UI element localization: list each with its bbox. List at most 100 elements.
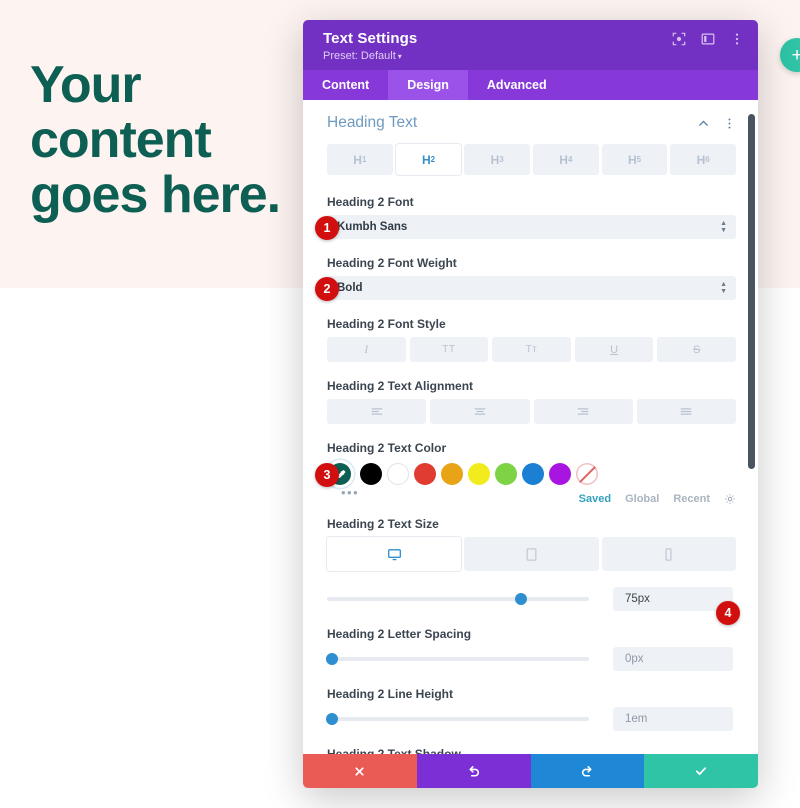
align-right-icon[interactable]: [533, 399, 633, 424]
uppercase-glyph: TT: [442, 344, 456, 355]
select-arrows-icon: ▲ ▼: [720, 281, 727, 295]
heading-font-select[interactable]: Kumbh Sans ▲ ▼: [327, 215, 736, 239]
uppercase-icon[interactable]: TT: [409, 337, 489, 362]
heading-font-field: Heading 2 Font 1 Kumbh Sans ▲ ▼: [315, 195, 736, 240]
gear-icon[interactable]: [724, 493, 736, 505]
chevron-up-icon[interactable]: [697, 117, 710, 130]
strikethrough-icon[interactable]: S: [657, 337, 736, 362]
settings-scrollbar[interactable]: [748, 114, 755, 469]
heading-font-label: Heading 2 Font: [327, 195, 414, 209]
callout-badge-1: 1: [315, 216, 339, 240]
phone-icon[interactable]: [601, 537, 736, 571]
heading-text-color-label: Heading 2 Text Color: [327, 441, 447, 455]
capitalize-icon[interactable]: Tᴛ: [492, 337, 571, 362]
tab-design[interactable]: Design: [388, 70, 468, 100]
heading-font-style-label: Heading 2 Font Style: [327, 317, 446, 331]
letter-spacing-input[interactable]: 0px: [613, 647, 733, 671]
heading-level-h2[interactable]: H2: [395, 144, 462, 175]
h1-label: H: [353, 152, 362, 167]
tab-advanced[interactable]: Advanced: [468, 70, 566, 100]
swatch-green[interactable]: [495, 463, 517, 485]
swatch-white[interactable]: [387, 463, 409, 485]
redo-button[interactable]: [530, 754, 645, 788]
slider-track: [327, 717, 589, 721]
h5-label: H: [627, 152, 637, 167]
h4-sub: 4: [567, 155, 573, 164]
heading-text-shadow-label: Heading 2 Text Shadow: [327, 747, 461, 754]
heading-text-alignment-label: Heading 2 Text Alignment: [327, 379, 474, 393]
select-arrows-icon: ▲ ▼: [720, 220, 727, 234]
text-size-input[interactable]: 75px: [613, 587, 733, 611]
modal-header-icons: [672, 32, 744, 46]
strikethrough-glyph: S: [693, 343, 701, 356]
save-button[interactable]: [644, 754, 758, 788]
color-swatch-row: [327, 461, 736, 485]
preset-selector[interactable]: Preset: Default ▾: [323, 50, 742, 62]
text-settings-modal: Text Settings Preset: Default ▾ Content …: [303, 20, 758, 788]
callout-badge-2: 2: [315, 277, 339, 301]
palette-tab-saved[interactable]: Saved: [579, 493, 611, 505]
line-height-slider[interactable]: [326, 709, 589, 729]
slider-track: [327, 657, 589, 661]
letter-spacing-value: 0px: [625, 653, 644, 665]
heading-font-weight-label: Heading 2 Font Weight: [327, 256, 457, 270]
h6-sub: 6: [705, 155, 710, 164]
preset-label: Preset: Default: [323, 50, 396, 62]
align-justify-icon[interactable]: [636, 399, 736, 424]
font-style-button-group: I TT Tᴛ U S: [327, 337, 736, 362]
heading-font-value: Kumbh Sans: [337, 221, 408, 233]
heading-font-style-field: Heading 2 Font Style I TT Tᴛ U S: [327, 317, 736, 362]
text-size-slider[interactable]: [327, 589, 589, 609]
swatch-yellow[interactable]: [468, 463, 490, 485]
heading-level-tabs: H1 H2 H3 H4 H5 H6: [327, 144, 737, 175]
swatch-blue[interactable]: [522, 463, 544, 485]
device-toggle-row: [327, 537, 736, 571]
swatch-none[interactable]: [576, 463, 598, 485]
letter-spacing-slider[interactable]: [326, 649, 589, 669]
align-center-icon[interactable]: [430, 399, 530, 424]
h2-sub: 2: [430, 155, 436, 164]
tab-content[interactable]: Content: [303, 70, 388, 100]
heading-font-weight-select[interactable]: Bold ▲ ▼: [327, 276, 736, 300]
undo-button[interactable]: [416, 754, 531, 788]
desktop-icon[interactable]: [327, 537, 462, 571]
layout-panel-icon[interactable]: [701, 32, 715, 46]
more-vertical-icon[interactable]: [730, 32, 744, 46]
line-height-input[interactable]: 1em: [613, 707, 733, 731]
align-left-icon[interactable]: [327, 399, 427, 424]
palette-tab-recent[interactable]: Recent: [673, 493, 710, 505]
modal-header: Text Settings Preset: Default ▾: [303, 20, 758, 70]
heading-level-h3[interactable]: H3: [464, 144, 531, 175]
heading-level-h5[interactable]: H5: [601, 144, 668, 175]
close-icon: [355, 766, 364, 776]
heading-line-height-field: Heading 2 Line Height 1em: [326, 687, 736, 731]
focus-icon[interactable]: [672, 32, 686, 46]
heading-text-alignment-field: Heading 2 Text Alignment: [327, 379, 736, 424]
swatch-purple[interactable]: [549, 463, 571, 485]
hero-heading[interactable]: Your content goes here.: [30, 57, 320, 223]
slider-knob[interactable]: [326, 653, 339, 665]
slider-knob[interactable]: [326, 713, 339, 725]
modal-action-bar: [303, 754, 758, 788]
heading-text-section-header[interactable]: Heading Text: [327, 114, 736, 144]
h4-label: H: [559, 152, 568, 167]
heading-level-h1[interactable]: H1: [327, 144, 393, 175]
swatch-red[interactable]: [414, 463, 436, 485]
callout-badge-4: 4: [716, 601, 740, 625]
line-height-value: 1em: [625, 713, 648, 725]
heading-level-h4[interactable]: H4: [533, 144, 599, 175]
swatch-orange[interactable]: [441, 463, 463, 485]
slider-knob[interactable]: [514, 593, 527, 605]
slider-track: [327, 597, 589, 601]
heading-level-h6[interactable]: H6: [670, 144, 737, 175]
more-vertical-icon[interactable]: [723, 117, 736, 130]
heading-letter-spacing-field: Heading 2 Letter Spacing 0px: [326, 627, 736, 671]
underline-icon[interactable]: U: [574, 337, 654, 362]
cancel-button[interactable]: [303, 754, 417, 788]
heading-text-size-field: Heading 2 Text Size 75px 4: [327, 517, 740, 625]
italic-icon[interactable]: I: [327, 337, 406, 362]
tablet-icon[interactable]: [464, 537, 599, 571]
palette-tab-global[interactable]: Global: [625, 493, 659, 505]
h2-label: H: [421, 152, 431, 167]
swatch-black[interactable]: [360, 463, 382, 485]
